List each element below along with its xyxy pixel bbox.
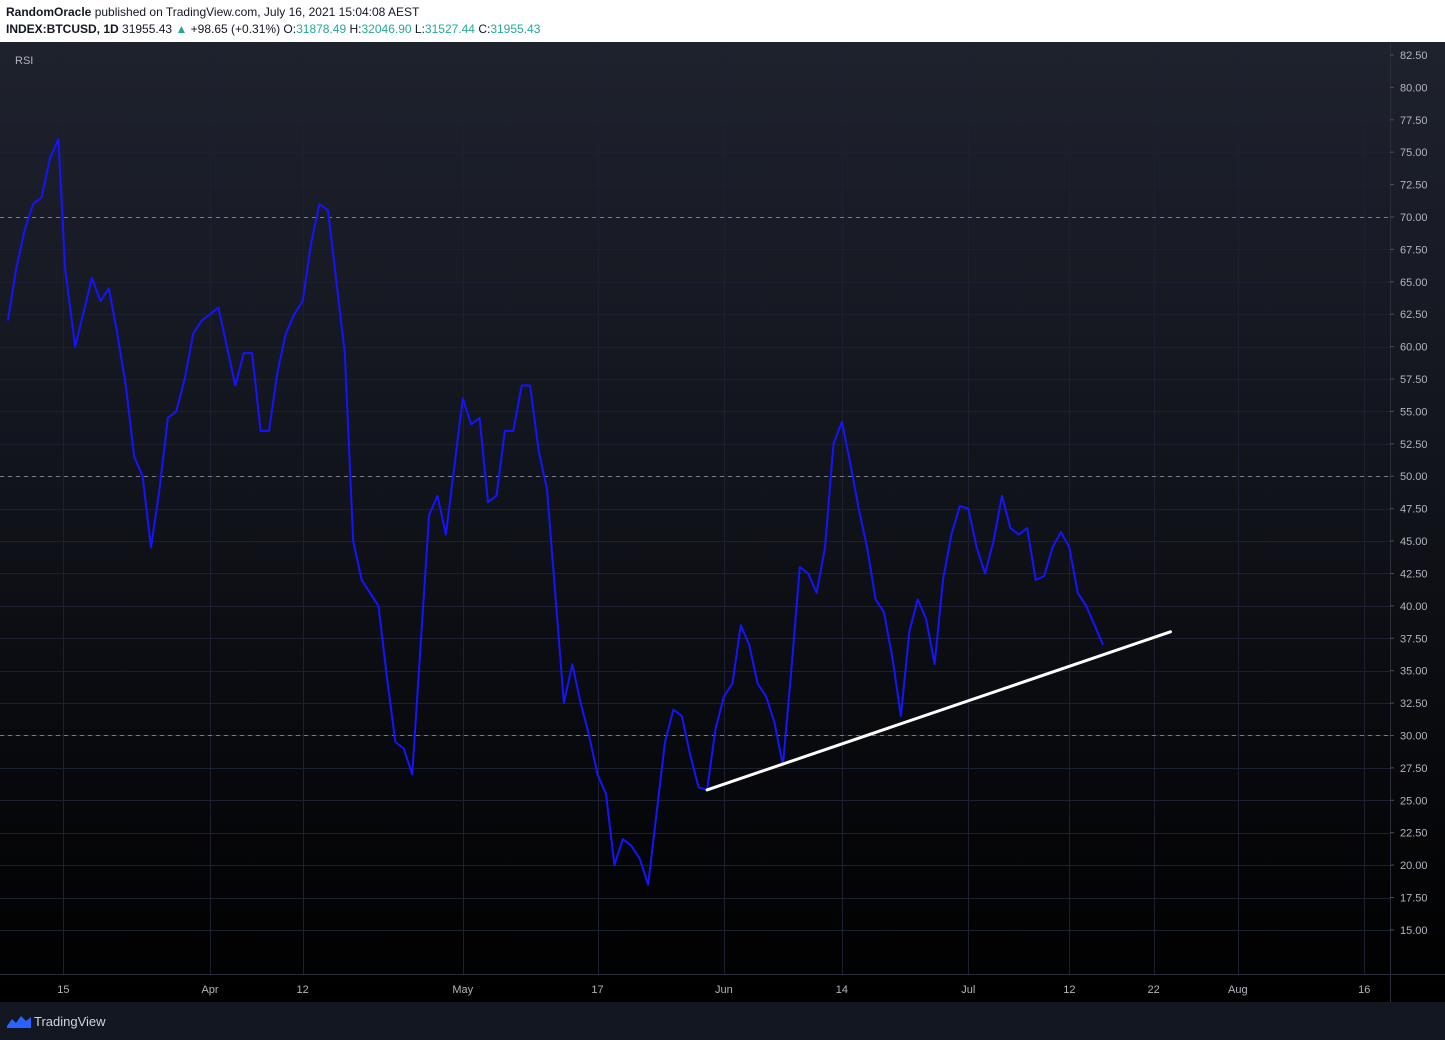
y-tick-label: 17.50 bbox=[1400, 893, 1428, 905]
rsi-chart[interactable]: 82.50 80.00 77.50 75.00 72.50 70.00 67.50 65.00… bbox=[0, 42, 1445, 1002]
trendline-layer[interactable] bbox=[705, 630, 1172, 792]
low-label: L: bbox=[414, 22, 425, 36]
rsi-series bbox=[6, 138, 1104, 886]
ohlc-legend: INDEX:BTCUSD, 1D 31955.43 ▲ +98.65 (+0.3… bbox=[6, 22, 540, 36]
open-label: O: bbox=[283, 22, 297, 36]
y-tick-label: 82.50 bbox=[1400, 50, 1428, 62]
x-tick-label: 15 bbox=[57, 984, 69, 996]
x-tick-label: 12 bbox=[297, 984, 309, 996]
y-tick-label: 70.00 bbox=[1400, 212, 1428, 224]
y-tick-label: 20.00 bbox=[1400, 860, 1428, 872]
y-tick-label: 77.50 bbox=[1400, 115, 1428, 127]
x-tick-label: May bbox=[452, 984, 473, 996]
indicator-label[interactable]: RSI bbox=[15, 55, 33, 67]
x-tick-label: Aug bbox=[1228, 984, 1248, 996]
y-tick-label: 35.00 bbox=[1400, 666, 1428, 678]
footer-bar: TradingView bbox=[0, 1002, 1445, 1040]
y-tick-label: 45.00 bbox=[1400, 536, 1428, 548]
low-value: 31527.44 bbox=[424, 22, 475, 36]
tradingview-logo-icon[interactable] bbox=[6, 1013, 32, 1032]
y-tick-label: 67.50 bbox=[1400, 244, 1428, 256]
tradingview-brand[interactable]: TradingView bbox=[34, 1014, 106, 1029]
y-tick-label: 60.00 bbox=[1400, 342, 1428, 354]
last-price: 31955.43 bbox=[122, 22, 173, 36]
y-tick-label: 27.50 bbox=[1400, 763, 1428, 775]
author-name[interactable]: RandomOracle bbox=[6, 5, 91, 19]
publish-info: RandomOracle published on TradingView.co… bbox=[6, 5, 419, 19]
x-tick-label: Jul bbox=[961, 984, 975, 996]
y-tick-label: 55.00 bbox=[1400, 406, 1428, 418]
y-tick-label: 22.50 bbox=[1400, 828, 1428, 840]
x-tick-label: Jun bbox=[715, 984, 733, 996]
close-label: C: bbox=[478, 22, 491, 36]
x-tick-label: 14 bbox=[836, 984, 848, 996]
y-tick-label: 42.50 bbox=[1400, 568, 1428, 580]
x-tick-label: 22 bbox=[1147, 984, 1159, 996]
chart-header: RandomOracle published on TradingView.co… bbox=[0, 0, 1445, 42]
y-tick-label: 37.50 bbox=[1400, 633, 1428, 645]
y-tick-label: 72.50 bbox=[1400, 180, 1428, 192]
grid bbox=[0, 42, 1390, 974]
y-tick-label: 62.50 bbox=[1400, 309, 1428, 321]
y-tick-label: 25.00 bbox=[1400, 795, 1428, 807]
y-tick-label: 52.50 bbox=[1400, 439, 1428, 451]
y-tick-label: 40.00 bbox=[1400, 601, 1428, 613]
x-tick-label: 17 bbox=[591, 984, 603, 996]
published-text: published on TradingView.com, July 16, 2… bbox=[94, 5, 420, 19]
open-value: 31878.49 bbox=[296, 22, 347, 36]
support-trendline[interactable] bbox=[705, 630, 1172, 792]
symbol-label[interactable]: INDEX:BTCUSD, 1D bbox=[6, 22, 119, 36]
y-tick-label: 80.00 bbox=[1400, 82, 1428, 94]
y-tick-label: 15.00 bbox=[1400, 925, 1428, 937]
price-change-arrow-icon: ▲ bbox=[175, 22, 188, 36]
y-tick-label: 50.00 bbox=[1400, 471, 1428, 483]
close-value: 31955.43 bbox=[490, 22, 541, 36]
x-tick-label: 16 bbox=[1358, 984, 1370, 996]
rsi-line bbox=[6, 138, 1104, 886]
price-axis[interactable]: 82.50 80.00 77.50 75.00 72.50 70.00 67.50 65.00… bbox=[1390, 50, 1428, 937]
high-value: 32046.90 bbox=[361, 22, 412, 36]
time-axis[interactable]: 15 Apr 12 May 17 Jun 14 Jul 12 22 Aug 16 bbox=[57, 984, 1370, 996]
y-tick-label: 65.00 bbox=[1400, 277, 1428, 289]
y-tick-label: 30.00 bbox=[1400, 730, 1428, 742]
x-tick-label: Apr bbox=[201, 984, 218, 996]
rsi-chart-area[interactable]: 82.50 80.00 77.50 75.00 72.50 70.00 67.50 65.00… bbox=[0, 42, 1445, 1002]
high-label: H: bbox=[349, 22, 362, 36]
y-tick-label: 32.50 bbox=[1400, 698, 1428, 710]
y-tick-label: 75.00 bbox=[1400, 147, 1428, 159]
y-tick-label: 57.50 bbox=[1400, 374, 1428, 386]
x-tick-label: 12 bbox=[1063, 984, 1075, 996]
price-change: +98.65 (+0.31%) bbox=[190, 22, 281, 36]
y-tick-label: 47.50 bbox=[1400, 504, 1428, 516]
